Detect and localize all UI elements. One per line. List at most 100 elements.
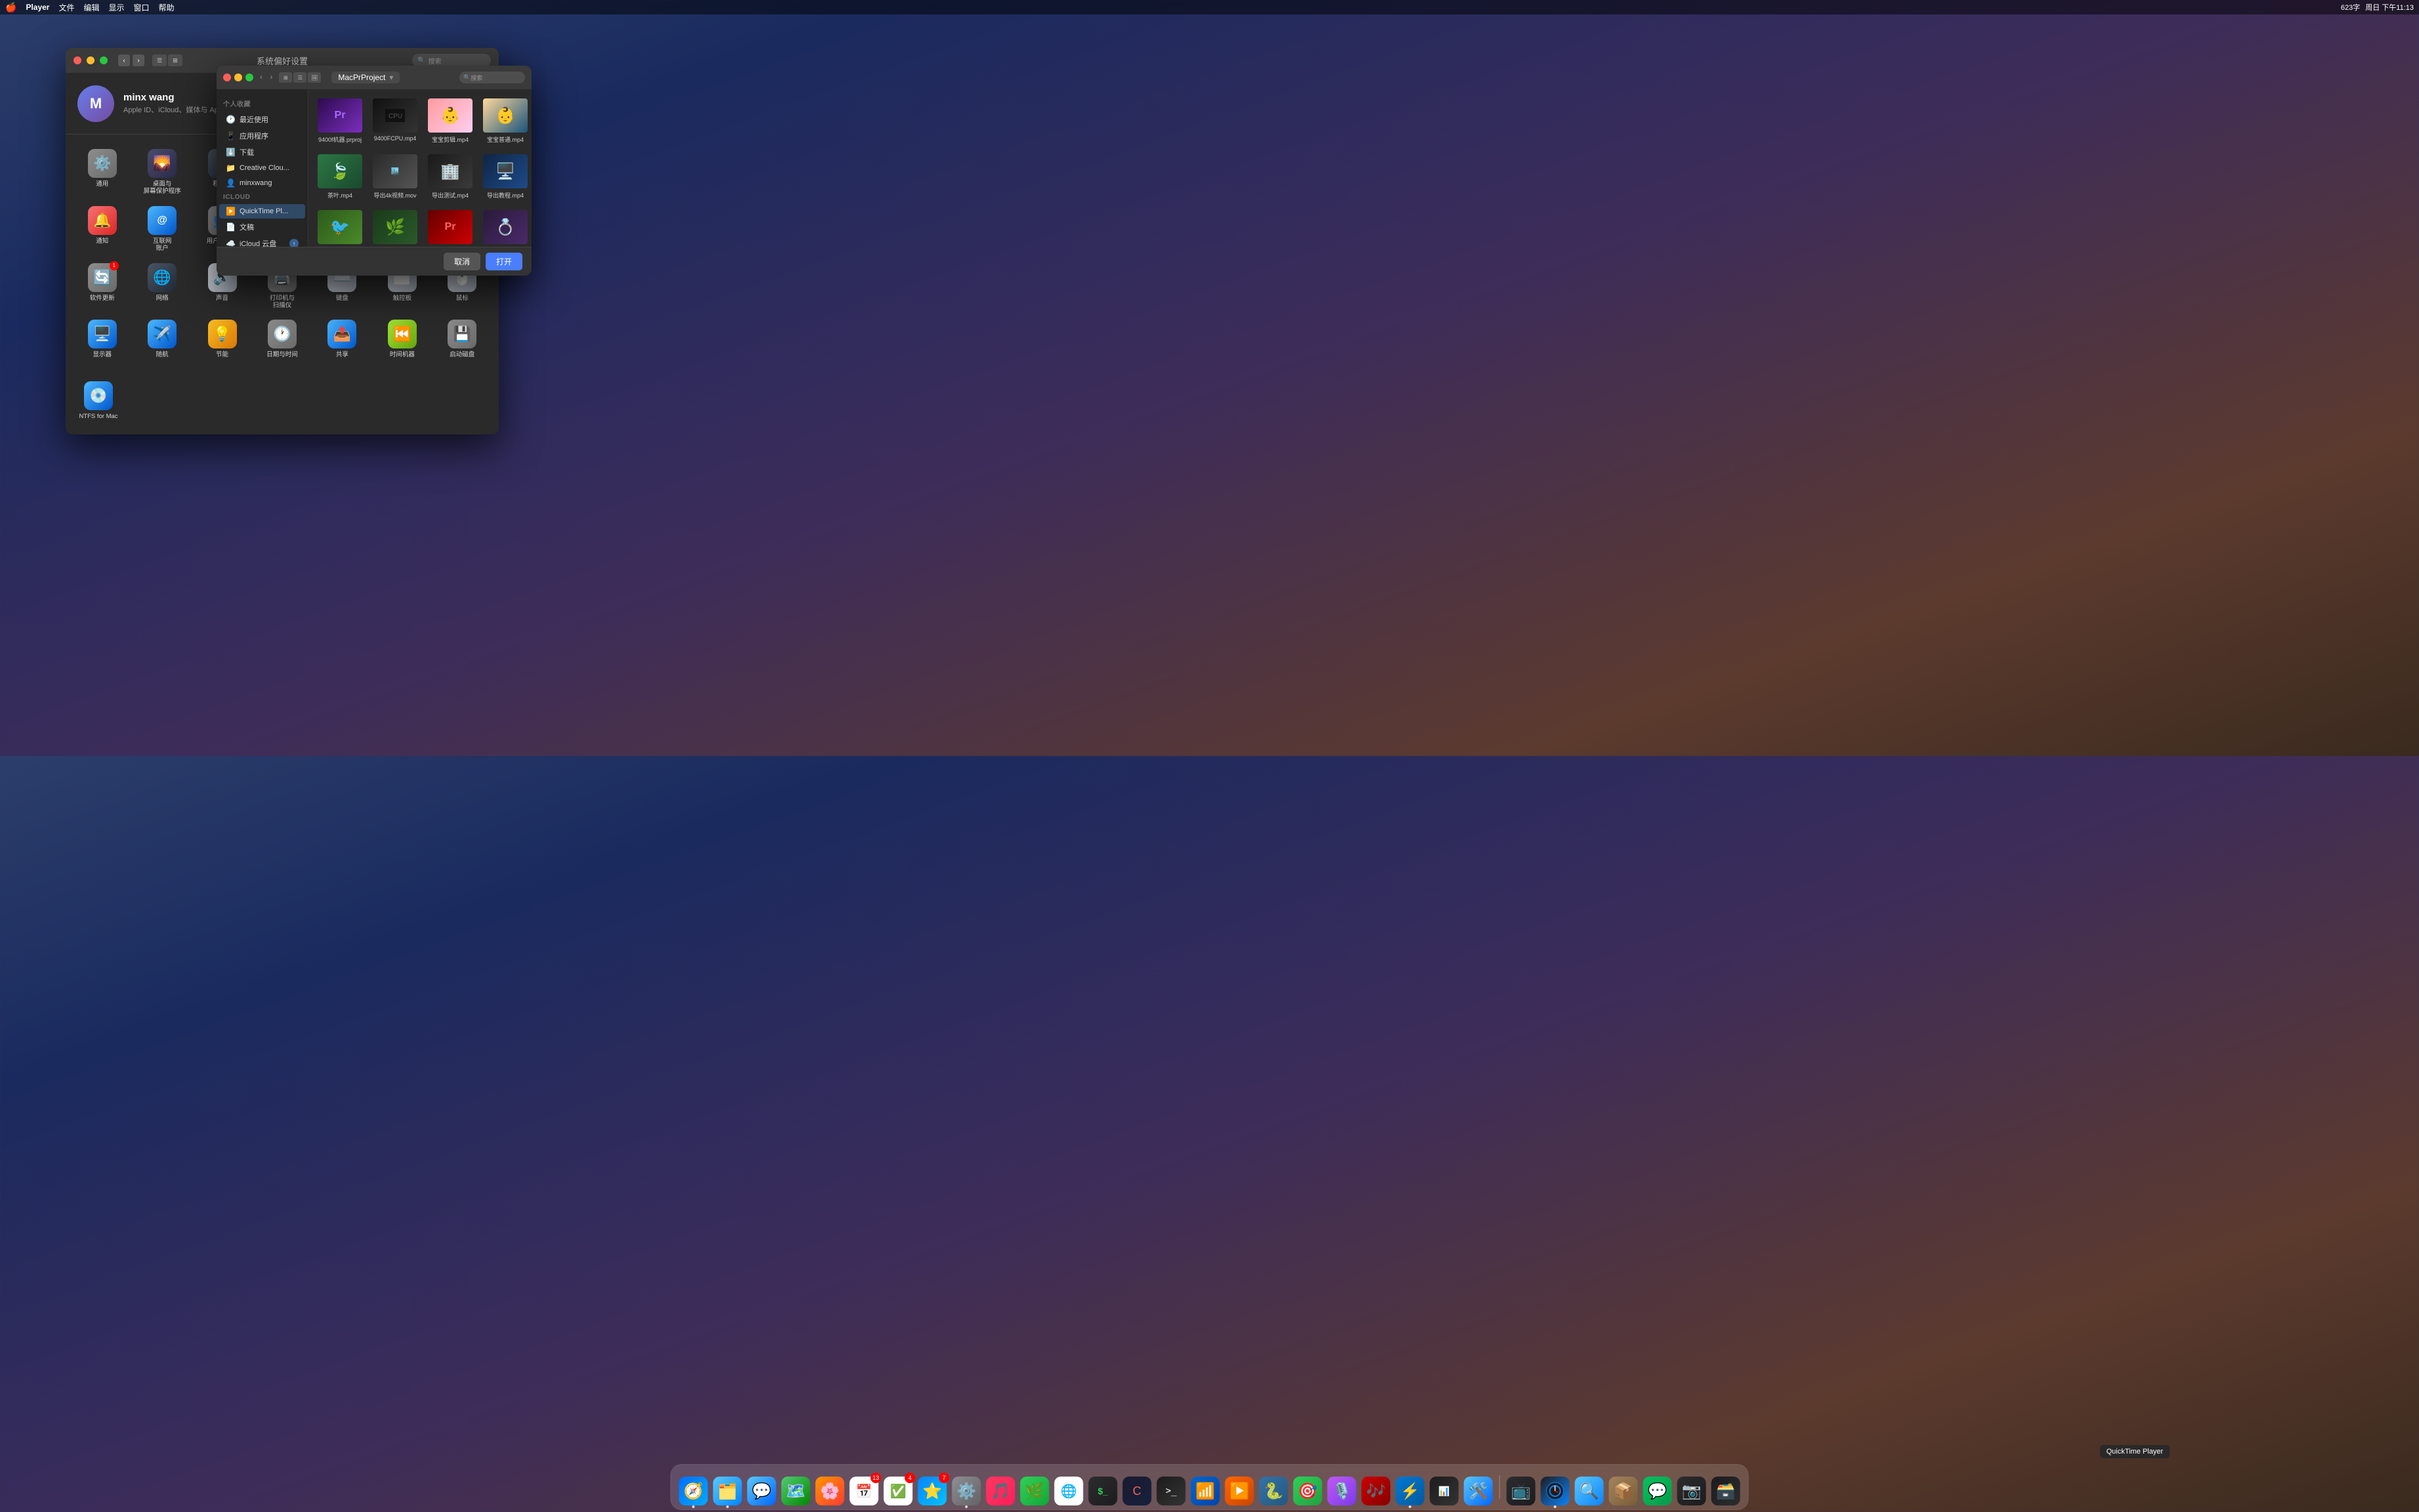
pref-sharing[interactable]: 📤 共享 bbox=[312, 314, 372, 364]
file-9400fcpu[interactable]: CPU 9400FCPU.mp4 bbox=[370, 96, 420, 146]
pref-ntfs[interactable]: 💿 NTFS for Mac bbox=[72, 376, 125, 425]
dock-podcast[interactable]: 🎙️ bbox=[1326, 1474, 1358, 1505]
sidebar-section-icloud: iCloud bbox=[217, 191, 308, 203]
sidebar-downloads[interactable]: ⬇️ 下载 bbox=[219, 144, 305, 160]
dialog-view-btns: ⊞ ☰ 🖼 bbox=[279, 72, 321, 83]
pref-displays[interactable]: 🖥️ 显示器 bbox=[72, 314, 132, 364]
file-bird1[interactable]: 🐦 惜憩的小鸟.mov bbox=[315, 207, 365, 247]
pref-startdisk[interactable]: 💾 启动磁盘 bbox=[432, 314, 492, 364]
open-button[interactable]: 打开 bbox=[486, 253, 522, 270]
icon-view-btn[interactable]: ⊞ bbox=[279, 72, 292, 83]
dock-welink[interactable]: 📶 bbox=[1190, 1474, 1221, 1505]
file-tutorial[interactable]: 🖥️ 导出教程.mp4 bbox=[480, 152, 530, 202]
dock-netease[interactable]: 🎶 bbox=[1360, 1474, 1392, 1505]
dock-focus[interactable]: 🎯 bbox=[1292, 1474, 1324, 1505]
pref-general[interactable]: ⚙️ 通用 bbox=[72, 144, 132, 201]
sidebar-user[interactable]: 👤 minxwang bbox=[219, 176, 305, 190]
dock-wechat[interactable]: 💬 bbox=[1642, 1474, 1673, 1505]
pref-datetime[interactable]: 🕐 日期与时间 bbox=[252, 314, 312, 364]
dock-capo[interactable]: 🌿 bbox=[1019, 1474, 1051, 1505]
dock-messages[interactable]: 💬 bbox=[746, 1474, 778, 1505]
pref-energy[interactable]: 💡 节能 bbox=[192, 314, 252, 364]
back-button[interactable]: ‹ bbox=[118, 54, 130, 66]
dialog-forward[interactable]: › bbox=[268, 72, 276, 83]
sidebar-apps[interactable]: 📱 应用程序 bbox=[219, 128, 305, 144]
file-9400f[interactable]: Pr 9400f机器.prproj bbox=[315, 96, 365, 146]
pref-notifications[interactable]: 🔔 通知 bbox=[72, 201, 132, 258]
dock-youku[interactable]: ▶️ bbox=[1224, 1474, 1255, 1505]
sidebar-recent[interactable]: 🕐 最近使用 bbox=[219, 112, 305, 127]
file-bird2[interactable]: 🌿 惜憩的小鸟.mp4 bbox=[370, 207, 420, 247]
menubar-right: 623字 周日 下午11:13 bbox=[2341, 2, 2414, 12]
dialog-search[interactable]: 🔍 搜索 bbox=[459, 72, 525, 83]
menu-edit[interactable]: 编辑 bbox=[83, 2, 99, 13]
dock-photos[interactable]: 🌸 bbox=[814, 1474, 846, 1505]
cancel-button[interactable]: 取消 bbox=[444, 253, 480, 270]
file-tea[interactable]: 🍃 茶叶.mp4 bbox=[315, 152, 365, 202]
app-name[interactable]: Player bbox=[26, 3, 49, 12]
sidebar-icloud[interactable]: ☁️ iCloud 云盘 ↑ bbox=[219, 236, 305, 247]
maximize-button[interactable] bbox=[100, 56, 108, 64]
apple-menu[interactable]: 🍎 bbox=[5, 2, 16, 13]
file-dialog-titlebar: ‹ › ⊞ ☰ 🖼 MacPrProject ▾ 🔍 搜索 bbox=[217, 66, 532, 89]
menubar-left: 🍎 Player 文件 编辑 显示 窗口 帮助 bbox=[5, 2, 175, 13]
dock-maps[interactable]: 🗺️ bbox=[780, 1474, 812, 1505]
close-button[interactable] bbox=[74, 56, 81, 64]
dock-vscode[interactable]: ⚡ bbox=[1395, 1474, 1426, 1505]
menu-window[interactable]: 窗口 bbox=[134, 2, 150, 13]
file-4k[interactable]: 🏙️ 导出4k视频.mov bbox=[370, 152, 420, 202]
sidebar-creative-cloud[interactable]: 📁 Creative Clou... bbox=[219, 161, 305, 175]
dock-activity[interactable]: 📊 bbox=[1429, 1474, 1460, 1505]
dock-camera[interactable]: 📷 bbox=[1676, 1474, 1708, 1505]
dock-script[interactable]: 🛠️ bbox=[1463, 1474, 1494, 1505]
dialog-back[interactable]: ‹ bbox=[257, 72, 265, 83]
file-test[interactable]: 🏢 导出测试.mp4 bbox=[425, 152, 475, 202]
pref-sidecar[interactable]: ✈️ 随航 bbox=[132, 314, 192, 364]
dock-spotsearch[interactable]: 🔍 bbox=[1574, 1474, 1605, 1505]
dock-chrome[interactable]: 🌐 bbox=[1053, 1474, 1085, 1505]
file-dialog-nav: ‹ › bbox=[257, 72, 275, 83]
pref-desktop[interactable]: 🌄 桌面与屏幕保护程序 bbox=[132, 144, 192, 201]
minimize-button[interactable] bbox=[87, 56, 95, 64]
file-baby2[interactable]: 👶 宝宝普通.mp4 bbox=[480, 96, 530, 146]
datetime: 周日 下午11:13 bbox=[2365, 2, 2414, 12]
dock-calendar[interactable]: 📅 13 bbox=[849, 1474, 880, 1505]
dialog-search-text: 搜索 bbox=[471, 74, 482, 82]
dock-terminal-alt[interactable]: $_ bbox=[1087, 1474, 1119, 1505]
dock-screen[interactable]: 📺 bbox=[1505, 1474, 1537, 1505]
pref-timemachine[interactable]: ⏮️ 时间机器 bbox=[372, 314, 432, 364]
dock-music[interactable]: 🎵 bbox=[985, 1474, 1017, 1505]
grid-view-btn[interactable]: ⊞ bbox=[168, 54, 182, 66]
list-view-btn[interactable]: ☰ bbox=[152, 54, 167, 66]
dock-mission[interactable]: 🗃️ bbox=[1710, 1474, 1742, 1505]
pref-network[interactable]: 🌐 网络 bbox=[132, 258, 192, 315]
sidebar-documents[interactable]: 📄 文稿 bbox=[219, 219, 305, 235]
dialog-close[interactable] bbox=[223, 74, 231, 81]
dock-quicktime[interactable] bbox=[1540, 1474, 1571, 1505]
dock-capo2[interactable]: 🐍 bbox=[1258, 1474, 1290, 1505]
menu-help[interactable]: 帮助 bbox=[159, 2, 175, 13]
dock-clion[interactable]: C bbox=[1122, 1474, 1153, 1505]
dock-appstore[interactable]: ⭐ 7 bbox=[917, 1474, 948, 1505]
dock-archive[interactable]: 📦 bbox=[1608, 1474, 1639, 1505]
word-count: 623字 bbox=[2341, 2, 2360, 12]
menu-view[interactable]: 显示 bbox=[109, 2, 125, 13]
photo-view-btn[interactable]: 🖼 bbox=[308, 72, 321, 83]
pref-internet[interactable]: @ 互联网账户 bbox=[132, 201, 192, 258]
list-view-btn2[interactable]: ☰ bbox=[293, 72, 306, 83]
dock-finder[interactable]: 🗂️ bbox=[712, 1474, 744, 1505]
sidebar-quicktime[interactable]: ▶️ QuickTime Pl... bbox=[219, 204, 305, 219]
file-guoqing[interactable]: Pr 国庆.prproj bbox=[425, 207, 475, 247]
search-bar[interactable]: 🔍 搜索 bbox=[412, 54, 491, 67]
dialog-maximize[interactable] bbox=[245, 74, 253, 81]
forward-button[interactable]: › bbox=[133, 54, 144, 66]
dialog-minimize[interactable] bbox=[234, 74, 242, 81]
pref-softwareupdate[interactable]: 🔄 1 软件更新 bbox=[72, 258, 132, 315]
dock-safari[interactable]: 🧭 bbox=[678, 1474, 709, 1505]
file-wedding[interactable]: 💍 婚礼.mp4 bbox=[480, 207, 530, 247]
dock-sysprefs[interactable]: ⚙️ bbox=[951, 1474, 982, 1505]
dock-terminal[interactable]: >_ bbox=[1156, 1474, 1187, 1505]
menu-file[interactable]: 文件 bbox=[58, 2, 74, 13]
dock-reminders[interactable]: ✅ 4 bbox=[883, 1474, 914, 1505]
file-baby1[interactable]: 👶 宝宝剪辑.mp4 bbox=[425, 96, 475, 146]
